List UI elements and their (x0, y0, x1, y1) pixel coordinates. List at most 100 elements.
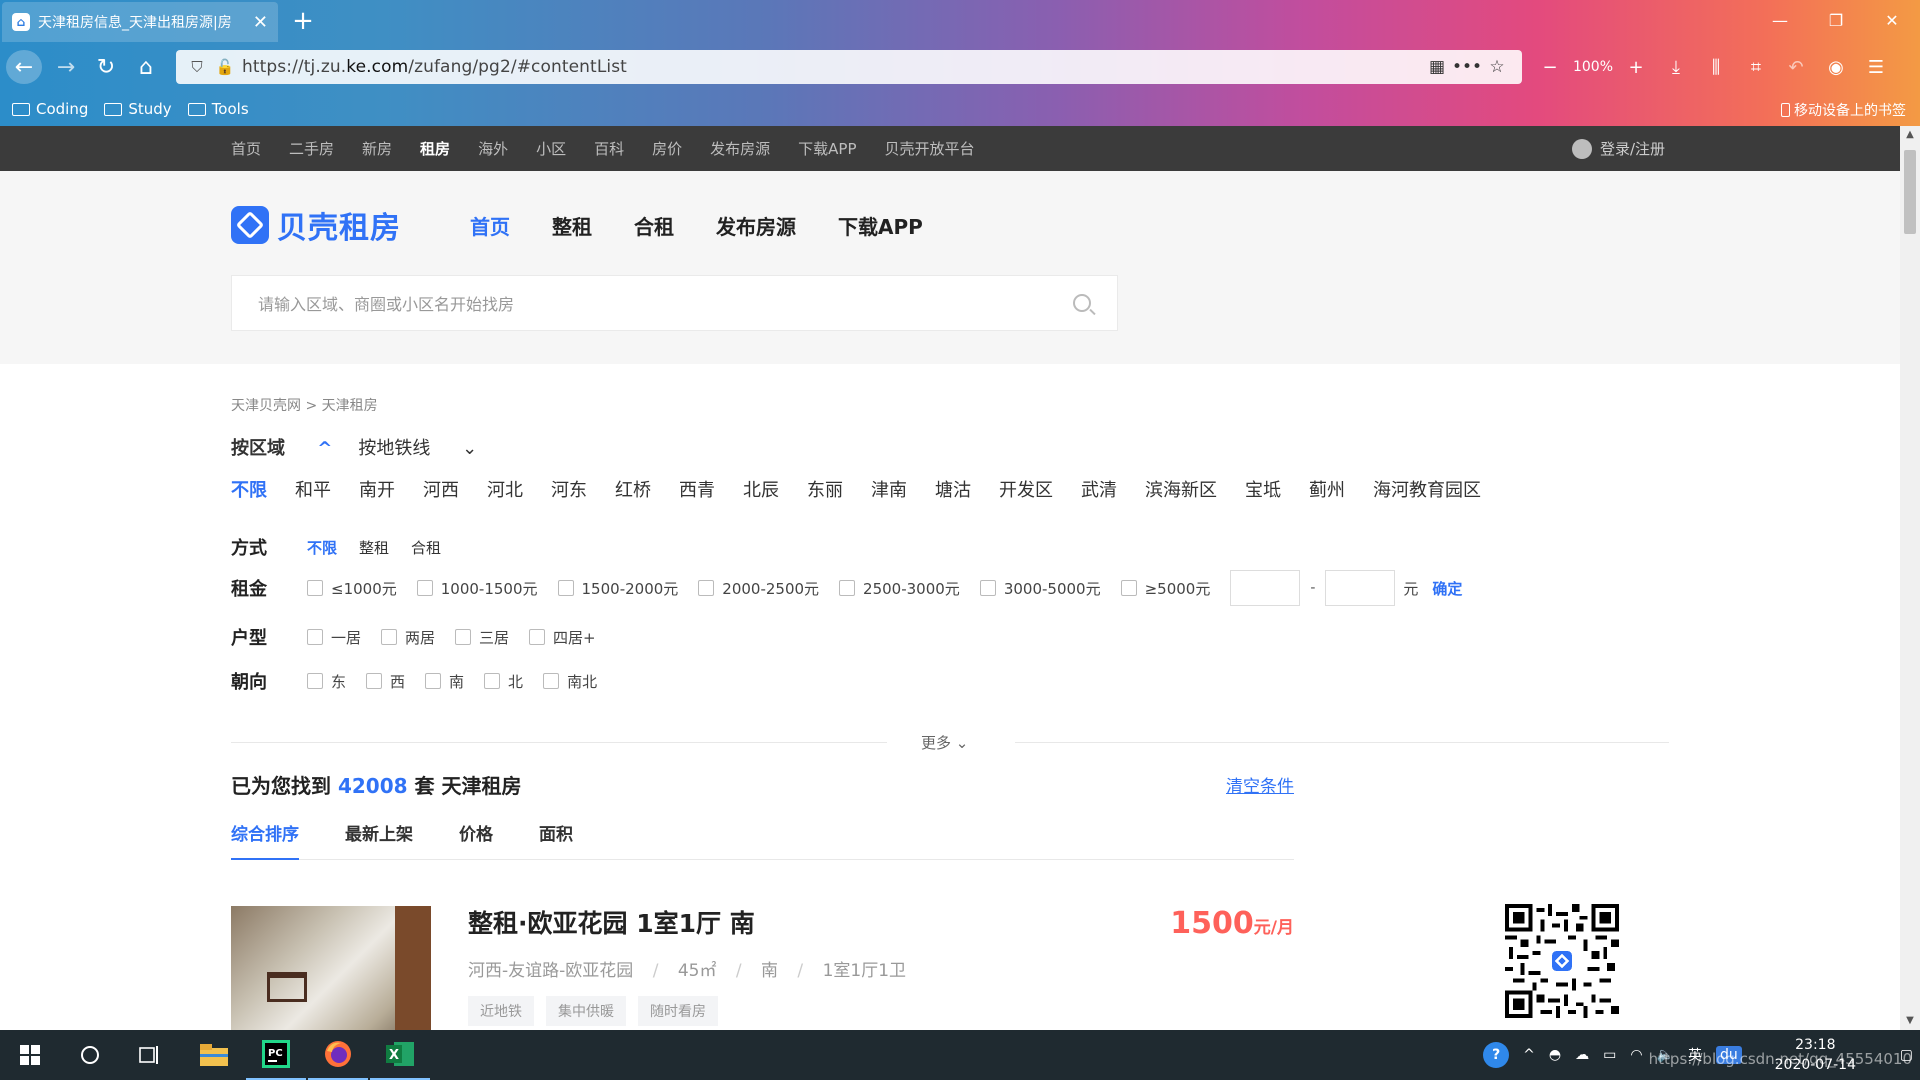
region-item[interactable]: 河北 (487, 476, 523, 502)
bookmark-star-icon[interactable]: ☆ (1482, 57, 1512, 77)
rent-checkbox[interactable]: ≥5000元 (1120, 578, 1210, 599)
file-explorer-icon[interactable] (184, 1030, 244, 1080)
layout-checkbox[interactable]: 四居+ (529, 627, 596, 648)
orientation-checkbox[interactable]: 东 (307, 671, 346, 692)
close-window-icon[interactable]: ✕ (1864, 0, 1920, 40)
new-tab-button[interactable]: + (288, 6, 318, 36)
region-item[interactable]: 武清 (1081, 476, 1117, 502)
clear-filters-link[interactable]: 清空条件 (1226, 772, 1294, 797)
region-item[interactable]: 塘沽 (935, 476, 971, 502)
download-icon[interactable]: ⤓ (1656, 57, 1696, 78)
qr-code-icon[interactable]: ▦ (1422, 57, 1452, 77)
wifi-icon[interactable]: ◠ (1630, 1047, 1642, 1063)
extension-icon[interactable]: ◉ (1816, 57, 1856, 78)
task-view-icon[interactable] (122, 1030, 178, 1080)
close-tab-icon[interactable]: ✕ (253, 12, 268, 33)
rent-checkbox[interactable]: 3000-5000元 (979, 578, 1101, 599)
mode-option[interactable]: 整租 (359, 537, 389, 558)
region-item[interactable]: 南开 (359, 476, 395, 502)
min-price-input[interactable] (1230, 570, 1301, 606)
mainnav-home[interactable]: 首页 (470, 211, 510, 240)
region-item[interactable]: 河西 (423, 476, 459, 502)
price-confirm-button[interactable]: 确定 (1432, 578, 1462, 599)
region-item[interactable]: 津南 (871, 476, 907, 502)
search-input[interactable]: 请输入区域、商圈或小区名开始找房 (231, 275, 1118, 331)
orientation-checkbox[interactable]: 西 (366, 671, 405, 692)
qq-icon[interactable]: ◓ (1549, 1047, 1561, 1063)
crop-screenshot-icon[interactable]: ⌗ (1736, 57, 1776, 78)
listing-card[interactable]: 整租·欧亚花园 1室1厅 南 河西-友谊路-欧亚花园 / 45㎡ / 南 / 1… (231, 906, 1294, 1030)
zoom-out-icon[interactable]: − (1530, 57, 1570, 78)
pycharm-icon[interactable]: PC (246, 1030, 306, 1080)
rent-checkbox[interactable]: 2500-3000元 (839, 578, 960, 599)
orientation-checkbox[interactable]: 南北 (543, 671, 597, 692)
home-button[interactable]: ⌂ (128, 50, 164, 84)
listing-photo[interactable] (231, 906, 431, 1030)
battery-icon[interactable]: ▭ (1603, 1047, 1616, 1063)
topnav-community[interactable]: 小区 (536, 138, 566, 159)
topnav-new-home[interactable]: 新房 (362, 138, 392, 159)
url-bar[interactable]: ⛉ 🔓 https://tj.zu.ke.com/zufang/pg2/#con… (176, 50, 1522, 84)
more-filters-button[interactable]: 更多 ⌄ (921, 732, 968, 753)
tab-sort-price[interactable]: 价格 (459, 820, 493, 860)
region-item[interactable]: 西青 (679, 476, 715, 502)
reload-button[interactable]: ↻ (88, 50, 124, 84)
undo-icon[interactable]: ↶ (1776, 57, 1816, 78)
library-icon[interactable]: ⫼ (1696, 57, 1736, 78)
region-item[interactable]: 北辰 (743, 476, 779, 502)
region-item[interactable]: 红桥 (615, 476, 651, 502)
rent-checkbox[interactable]: 1500-2000元 (557, 578, 678, 599)
topnav-publish[interactable]: 发布房源 (710, 138, 770, 159)
tab-by-region[interactable]: 按区域 ^ (231, 434, 332, 460)
topnav-price[interactable]: 房价 (652, 138, 682, 159)
mainnav-whole-rent[interactable]: 整租 (552, 211, 592, 240)
region-item[interactable]: 东丽 (807, 476, 843, 502)
rent-checkbox[interactable]: ≤1000元 (307, 578, 397, 599)
region-item[interactable]: 滨海新区 (1145, 476, 1217, 502)
site-logo[interactable]: 贝壳租房 (231, 203, 401, 247)
mainnav-download-app[interactable]: 下载APP (838, 211, 923, 240)
layout-checkbox[interactable]: 两居 (381, 627, 435, 648)
bookmark-folder-study[interactable]: Study (104, 100, 172, 118)
zoom-level[interactable]: 100% (1570, 59, 1616, 75)
scroll-up-icon[interactable]: ▲ (1900, 126, 1920, 144)
menu-icon[interactable]: ☰ (1856, 57, 1896, 78)
topnav-rent[interactable]: 租房 (420, 138, 450, 159)
restore-icon[interactable]: ❐ (1808, 0, 1864, 40)
page-scrollbar[interactable]: ▲ ▼ (1900, 126, 1920, 1030)
url-text[interactable]: https://tj.zu.ke.com/zufang/pg2/#content… (242, 57, 1422, 77)
orientation-checkbox[interactable]: 北 (484, 671, 523, 692)
region-item[interactable]: 和平 (295, 476, 331, 502)
layout-checkbox[interactable]: 一居 (307, 627, 361, 648)
rent-checkbox[interactable]: 1000-1500元 (416, 578, 538, 599)
topnav-home[interactable]: 首页 (231, 138, 261, 159)
mode-option[interactable]: 合租 (411, 537, 441, 558)
layout-checkbox[interactable]: 三居 (455, 627, 509, 648)
region-item[interactable]: 开发区 (999, 476, 1053, 502)
browser-tab[interactable]: ⌂ 天津租房信息_天津出租房源|房 ✕ (2, 2, 278, 42)
orientation-checkbox[interactable]: 南 (425, 671, 464, 692)
scroll-down-icon[interactable]: ▼ (1900, 1012, 1920, 1030)
topnav-wiki[interactable]: 百科 (594, 138, 624, 159)
scroll-thumb[interactable] (1904, 150, 1916, 234)
forward-button[interactable]: → (48, 50, 84, 84)
region-item[interactable]: 海河教育园区 (1373, 476, 1481, 502)
search-circle-icon[interactable] (62, 1030, 118, 1080)
minimize-icon[interactable]: — (1752, 0, 1808, 40)
tab-sort-default[interactable]: 综合排序 (231, 820, 299, 860)
topnav-second-hand[interactable]: 二手房 (289, 138, 334, 159)
tab-by-subway[interactable]: 按地铁线 ⌄ (358, 434, 477, 460)
tab-sort-newest[interactable]: 最新上架 (345, 820, 413, 860)
tab-sort-area[interactable]: 面积 (539, 820, 573, 860)
login-link[interactable]: 登录/注册 (1572, 126, 1665, 171)
listing-title[interactable]: 整租·欧亚花园 1室1厅 南 (468, 904, 755, 940)
firefox-icon[interactable] (308, 1030, 368, 1080)
zoom-in-icon[interactable]: + (1616, 57, 1656, 78)
region-item[interactable]: 河东 (551, 476, 587, 502)
cloud-icon[interactable]: ☁ (1575, 1047, 1589, 1063)
topnav-download-app[interactable]: 下载APP (798, 138, 856, 159)
back-button[interactable]: ← (6, 50, 42, 84)
tray-expand-icon[interactable]: ^ (1523, 1047, 1535, 1063)
rent-checkbox[interactable]: 2000-2500元 (698, 578, 819, 599)
mode-option[interactable]: 不限 (307, 537, 337, 558)
